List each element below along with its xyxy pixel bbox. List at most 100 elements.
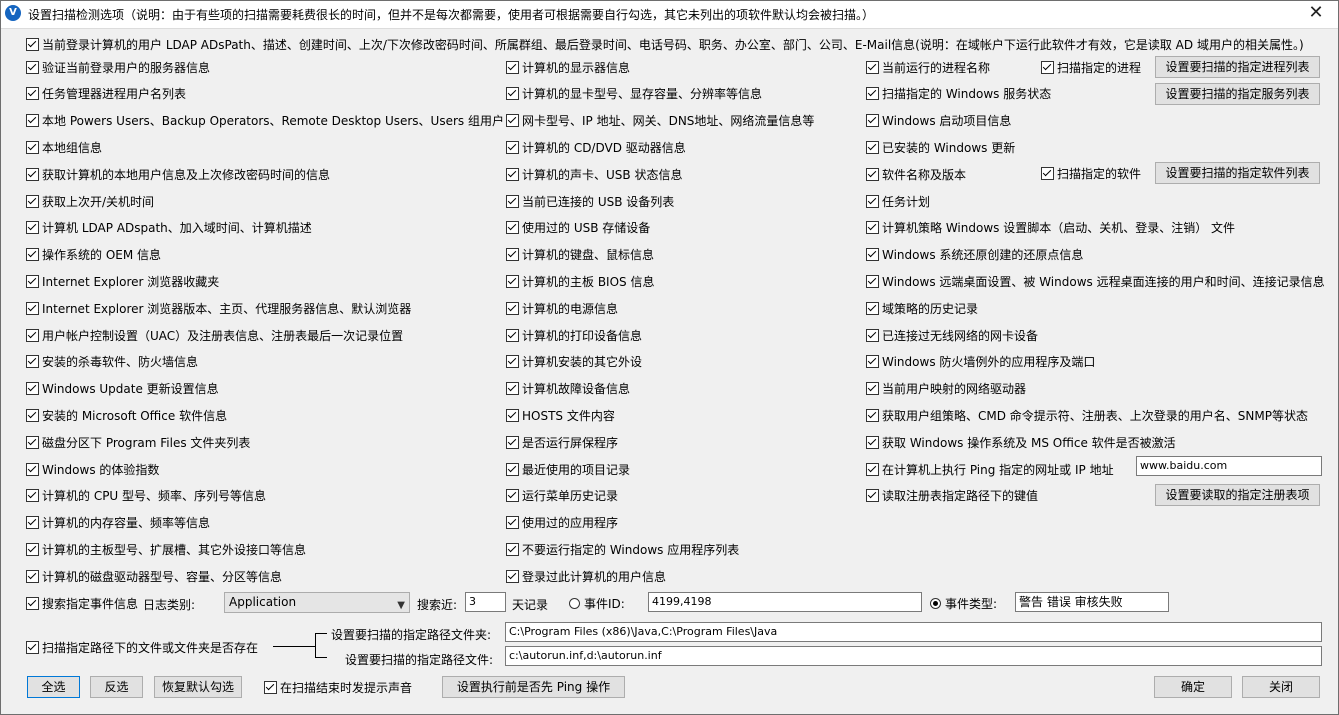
col2-option-18[interactable]: 使用过的应用程序 <box>506 515 618 531</box>
checkbox-box[interactable] <box>26 60 39 74</box>
ping-before-button[interactable]: 设置执行前是否先 Ping 操作 <box>442 676 625 698</box>
checkbox-box[interactable] <box>866 328 879 342</box>
checkbox-box[interactable] <box>866 194 879 208</box>
col3-option-2[interactable]: 扫描指定的 Windows 服务状态 <box>866 86 1051 102</box>
checkbox-box[interactable] <box>866 435 879 449</box>
checkbox-box[interactable] <box>506 194 519 208</box>
checkbox-box[interactable] <box>26 542 39 556</box>
radio-dot[interactable] <box>569 597 580 609</box>
checkbox-box[interactable] <box>506 248 519 262</box>
file-path-input[interactable]: c:\autorun.inf,d:\autorun.inf <box>505 646 1322 666</box>
col2-option-12[interactable]: 计算机安装的其它外设 <box>506 354 642 370</box>
col1-option-20[interactable]: 计算机的磁盘驱动器型号、容量、分区等信息 <box>26 568 282 584</box>
invert-selection-button[interactable]: 反选 <box>90 676 143 698</box>
col1-option-18[interactable]: 计算机的内存容量、频率等信息 <box>26 515 210 531</box>
col3-option-4[interactable]: 已安装的 Windows 更新 <box>866 139 1015 155</box>
select-all-button[interactable]: 全选 <box>27 676 80 698</box>
checkbox-box[interactable] <box>26 596 39 610</box>
col1-option-4[interactable]: 本地组信息 <box>26 139 102 155</box>
checkbox-box[interactable] <box>506 516 519 530</box>
checkbox-box[interactable] <box>866 462 879 476</box>
checkbox-box[interactable] <box>866 301 879 315</box>
checkbox-box[interactable] <box>264 680 277 694</box>
checkbox-box[interactable] <box>26 194 39 208</box>
set-service-list-button[interactable]: 设置要扫描的指定服务列表 <box>1155 83 1320 105</box>
col2-option-3[interactable]: 网卡型号、IP 地址、网关、DNS地址、网络流量信息等 <box>506 113 814 129</box>
col2-option-15[interactable]: 是否运行屏保程序 <box>506 434 618 450</box>
radio-dot[interactable] <box>930 597 941 609</box>
radio-event-id[interactable]: 事件ID: <box>569 595 625 611</box>
checkbox-box[interactable] <box>506 355 519 369</box>
col1-option-15[interactable]: 磁盘分区下 Program Files 文件夹列表 <box>26 434 250 450</box>
checkbox-box[interactable] <box>866 87 879 101</box>
col2-option-2[interactable]: 计算机的显卡型号、显存容量、分辨率等信息 <box>506 86 762 102</box>
col3-option-1[interactable]: 当前运行的进程名称 <box>866 59 990 75</box>
checkbox-box[interactable] <box>26 114 39 128</box>
col1-option-2[interactable]: 任务管理器进程用户名列表 <box>26 86 186 102</box>
close-icon[interactable]: ✕ <box>1293 0 1339 28</box>
radio-event-type[interactable]: 事件类型: <box>930 595 997 611</box>
col2-option-10[interactable]: 计算机的电源信息 <box>506 300 618 316</box>
checkbox-box[interactable] <box>506 140 519 154</box>
checkbox-box[interactable] <box>26 489 39 503</box>
col1-option-3[interactable]: 本地 Powers Users、Backup Operators、Remote … <box>26 113 504 129</box>
col1-option-16[interactable]: Windows 的体验指数 <box>26 461 159 477</box>
col3-option-6[interactable]: 任务计划 <box>866 193 930 209</box>
col1-option-19[interactable]: 计算机的主板型号、扩展槽、其它外设接口等信息 <box>26 541 306 557</box>
col3-option-11[interactable]: 已连接过无线网络的网卡设备 <box>866 327 1038 343</box>
checkbox-box[interactable] <box>26 382 39 396</box>
checkbox-box[interactable] <box>26 462 39 476</box>
col2-option-11[interactable]: 计算机的打印设备信息 <box>506 327 642 343</box>
col1-option-8[interactable]: 操作系统的 OEM 信息 <box>26 247 161 263</box>
checkbox-box[interactable] <box>506 462 519 476</box>
checkbox-box[interactable] <box>866 274 879 288</box>
col1-option-7[interactable]: 计算机 LDAP ADspath、加入域时间、计算机描述 <box>26 220 312 236</box>
col1-option-11[interactable]: 用户帐户控制设置（UAC）及注册表信息、注册表最后一次记录位置 <box>26 327 403 343</box>
checkbox-box[interactable] <box>26 408 39 422</box>
checkbox-box[interactable] <box>506 328 519 342</box>
checkbox-box[interactable] <box>26 274 39 288</box>
checkbox-box[interactable] <box>866 60 879 74</box>
event-type-input[interactable]: 警告 错误 审核失败 <box>1015 592 1169 612</box>
checkbox-box[interactable] <box>506 489 519 503</box>
col1-option-13[interactable]: Windows Update 更新设置信息 <box>26 381 219 397</box>
set-process-list-button[interactable]: 设置要扫描的指定进程列表 <box>1155 56 1320 78</box>
checkbox-box[interactable] <box>866 489 879 503</box>
col3-option-8[interactable]: Windows 系统还原创建的还原点信息 <box>866 247 1083 263</box>
set-software-list-button[interactable]: 设置要扫描的指定软件列表 <box>1155 162 1320 184</box>
ping-address-input[interactable]: www.baidu.com <box>1136 456 1322 476</box>
event-id-input[interactable]: 4199,4198 <box>648 592 922 612</box>
col2-option-17[interactable]: 运行菜单历史记录 <box>506 488 618 504</box>
col2-option-16[interactable]: 最近使用的项目记录 <box>506 461 630 477</box>
col2-option-6[interactable]: 当前已连接的 USB 设备列表 <box>506 193 674 209</box>
col3-option-16[interactable]: 在计算机上执行 Ping 指定的网址或 IP 地址 <box>866 461 1114 477</box>
checkbox-box[interactable] <box>506 301 519 315</box>
checkbox-box[interactable] <box>506 435 519 449</box>
col3-option-9[interactable]: Windows 远端桌面设置、被 Windows 远程桌面连接的用户和时间、连接… <box>866 273 1325 289</box>
restore-default-button[interactable]: 恢复默认勾选 <box>154 676 242 698</box>
col3-option-5[interactable]: 软件名称及版本 <box>866 166 966 182</box>
col2-option-8[interactable]: 计算机的键盘、鼠标信息 <box>506 247 654 263</box>
col3-option-17[interactable]: 读取注册表指定路径下的键值 <box>866 488 1038 504</box>
checkbox-box[interactable] <box>26 435 39 449</box>
checkbox-box[interactable] <box>26 37 39 51</box>
checkbox-box[interactable] <box>26 140 39 154</box>
checkbox-box[interactable] <box>506 382 519 396</box>
checkbox-box[interactable] <box>866 355 879 369</box>
checkbox-box[interactable] <box>506 542 519 556</box>
set-registry-button[interactable]: 设置要读取的指定注册表项 <box>1155 484 1320 506</box>
checkbox-box[interactable] <box>26 87 39 101</box>
checkbox-box[interactable] <box>26 569 39 583</box>
checkbox-box[interactable] <box>866 114 879 128</box>
col2-option-9[interactable]: 计算机的主板 BIOS 信息 <box>506 273 654 289</box>
checkbox-box[interactable] <box>506 114 519 128</box>
checkbox-box[interactable] <box>1041 166 1054 180</box>
checkbox-box[interactable] <box>26 355 39 369</box>
col1-option-14[interactable]: 安装的 Microsoft Office 软件信息 <box>26 407 227 423</box>
checkbox-box[interactable] <box>866 382 879 396</box>
checkbox-box[interactable] <box>866 221 879 235</box>
checkbox-box[interactable] <box>506 408 519 422</box>
checkbox-box[interactable] <box>866 248 879 262</box>
col1-option-1[interactable]: 验证当前登录用户的服务器信息 <box>26 59 210 75</box>
col3-option-3[interactable]: Windows 启动项目信息 <box>866 113 1011 129</box>
